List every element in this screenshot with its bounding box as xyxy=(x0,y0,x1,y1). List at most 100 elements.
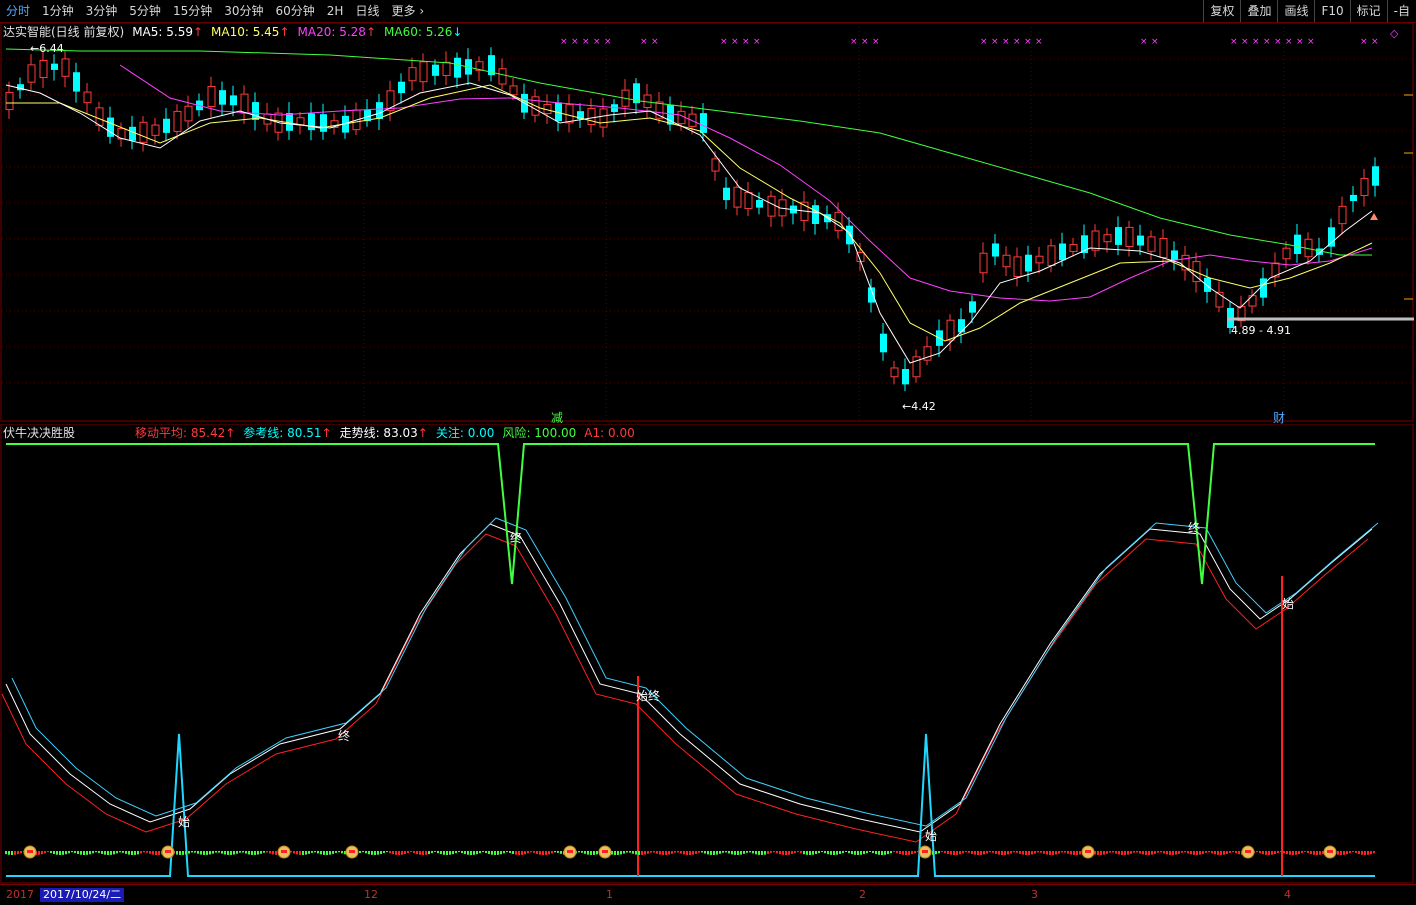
signal-x-marker: × xyxy=(1230,37,1238,47)
candle-up xyxy=(5,91,14,111)
candle-down xyxy=(1115,227,1122,245)
candle-up xyxy=(1147,236,1156,252)
candle-up xyxy=(1248,295,1257,307)
money-bag-band xyxy=(349,850,355,853)
signal-x-marker: × xyxy=(571,37,579,47)
signal-x-marker: × xyxy=(753,37,761,47)
signal-start-label: 始 xyxy=(925,829,937,843)
candle-down xyxy=(51,63,58,70)
chevron-right-icon: › xyxy=(419,4,425,18)
more-label: 更多 xyxy=(391,4,416,18)
risk-line xyxy=(6,443,1375,585)
date-tick-4: 4 xyxy=(1284,888,1291,901)
low-price-value: 4.42 xyxy=(911,400,936,413)
money-bag-band xyxy=(281,850,287,853)
period-tab-5min[interactable]: 5分钟 xyxy=(123,0,167,22)
high-price-value: 6.44 xyxy=(39,42,64,55)
candle-up xyxy=(587,108,596,125)
signal-x-marker: × xyxy=(560,37,568,47)
candle-down xyxy=(1260,278,1267,298)
candle-down xyxy=(1372,166,1379,186)
candle-down xyxy=(1025,254,1032,272)
toolbar-right-group: 复权 叠加 画线 F10 标记 -自 xyxy=(1203,0,1416,22)
high-price-label: ←6.44 xyxy=(30,42,64,55)
candle-up xyxy=(1282,247,1291,260)
f10-button[interactable]: F10 xyxy=(1314,0,1349,22)
candle-up xyxy=(979,252,988,274)
candle-down xyxy=(1350,194,1357,202)
period-tab-1min[interactable]: 1分钟 xyxy=(36,0,80,22)
period-tab-15min[interactable]: 15分钟 xyxy=(167,0,218,22)
candle-up xyxy=(509,85,518,96)
money-bag-band xyxy=(1085,850,1091,853)
candle-up xyxy=(744,191,753,210)
candle-down xyxy=(129,126,136,141)
custom-button[interactable]: -自 xyxy=(1386,0,1416,22)
signal-x-marker: × xyxy=(1002,37,1010,47)
candle-down xyxy=(252,102,259,120)
restore-rights-button[interactable]: 复权 xyxy=(1203,0,1240,22)
candle-down xyxy=(1328,227,1335,247)
candle-up xyxy=(677,110,686,125)
candle-up xyxy=(184,105,193,122)
reference-line xyxy=(11,517,1379,827)
candle-up xyxy=(173,110,182,132)
mark-button[interactable]: 标记 xyxy=(1349,0,1387,22)
candle-up xyxy=(1103,234,1112,243)
candle-down xyxy=(1294,234,1301,254)
candle-up xyxy=(711,158,720,172)
money-bag-band xyxy=(567,850,573,853)
candle-down xyxy=(992,243,999,257)
candle-down xyxy=(723,187,730,201)
candle-up xyxy=(946,319,955,341)
candle-up xyxy=(442,61,451,77)
candle-down xyxy=(700,113,707,133)
signal-x-marker: × xyxy=(640,37,648,47)
candle-down xyxy=(1059,243,1066,261)
period-tab-2h[interactable]: 2H xyxy=(321,0,350,22)
period-tab-60min[interactable]: 60分钟 xyxy=(270,0,321,22)
diamond-icon: ◇ xyxy=(1390,27,1399,40)
period-tab-fenshi[interactable]: 分时 xyxy=(0,0,36,22)
signal-x-marker: × xyxy=(1296,37,1304,47)
period-tab-daily[interactable]: 日线 xyxy=(349,0,385,22)
period-tab-3min[interactable]: 3分钟 xyxy=(80,0,124,22)
period-tab-30min[interactable]: 30分钟 xyxy=(218,0,269,22)
candle-up xyxy=(1360,177,1369,197)
signal-x-marker: × xyxy=(1035,37,1043,47)
candle-up xyxy=(1013,256,1022,277)
signal-x-marker: × xyxy=(1371,37,1379,47)
date-tick-3: 3 xyxy=(1031,888,1038,901)
date-cursor-label: 2017/10/24/二 xyxy=(40,888,125,902)
candle-down xyxy=(880,333,887,353)
money-bag-band xyxy=(1245,850,1251,853)
candle-down xyxy=(969,301,976,313)
signal-x-marker: × xyxy=(1140,37,1148,47)
signal-x-marker: × xyxy=(731,37,739,47)
date-tick-1: 1 xyxy=(606,888,613,901)
candle-up xyxy=(240,93,249,114)
draw-line-button[interactable]: 画线 xyxy=(1277,0,1314,22)
candle-up xyxy=(1035,255,1044,264)
signal-start-end-label: 始终 xyxy=(636,688,660,703)
candle-down xyxy=(1171,250,1178,261)
candle-down xyxy=(454,57,461,78)
signal-x-marker: × xyxy=(1285,37,1293,47)
candle-up xyxy=(1002,254,1011,268)
signal-x-marker: × xyxy=(1263,37,1271,47)
signal-end-label: 终 xyxy=(338,728,350,743)
overlay-button[interactable]: 叠加 xyxy=(1240,0,1277,22)
signal-x-marker: × xyxy=(742,37,750,47)
candle-down xyxy=(1137,235,1144,246)
candlestick-chart[interactable]: × × × × × × × × × × × × × × × × × × × × × × × × × × × × × × × ×◇ xyxy=(0,23,1416,423)
candle-down xyxy=(902,369,909,385)
indicator-chart[interactable]: 始终终始终始终始 xyxy=(0,424,1416,884)
period-tab-more[interactable]: 更多 › xyxy=(385,0,430,22)
period-toolbar: 分时 1分钟 3分钟 5分钟 15分钟 30分钟 60分钟 2H 日线 更多 ›… xyxy=(0,0,1416,23)
candle-down xyxy=(230,95,237,106)
candle-up xyxy=(83,91,92,104)
money-bag-band xyxy=(1327,850,1333,853)
candle-up xyxy=(565,104,574,124)
candle-down xyxy=(812,205,819,224)
signal-x-marker: × xyxy=(861,37,869,47)
